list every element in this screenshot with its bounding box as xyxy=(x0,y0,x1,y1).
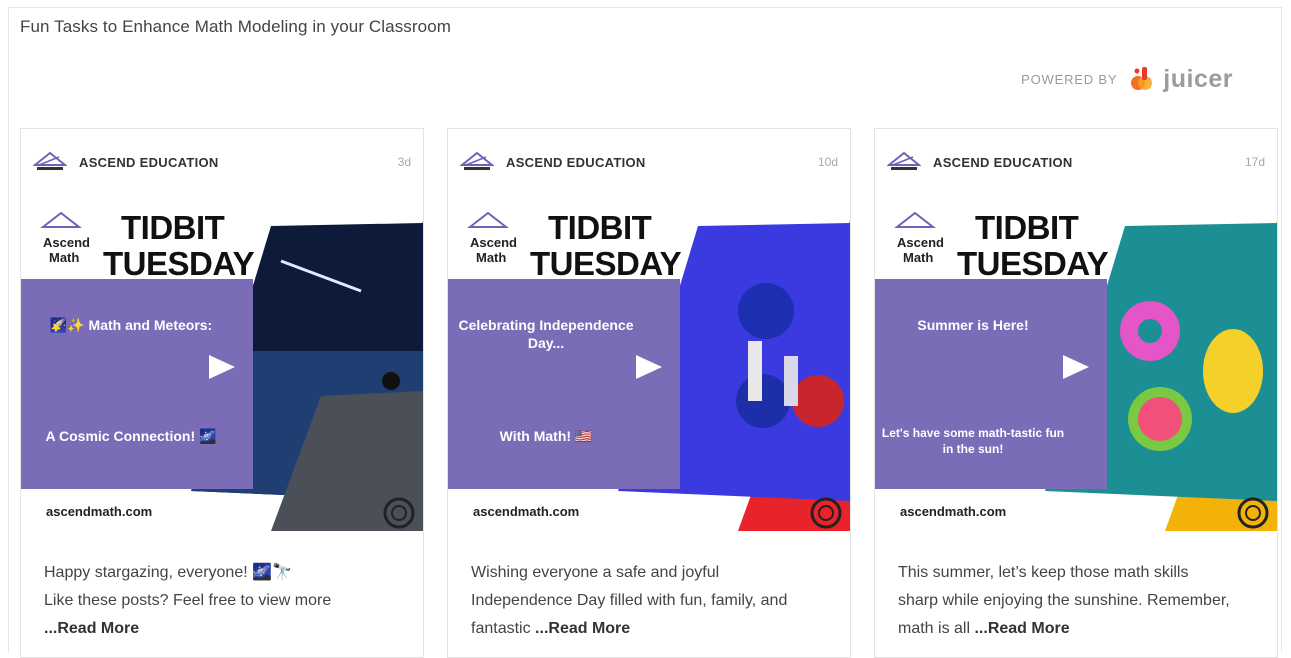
read-more-link[interactable]: ...Read More xyxy=(974,620,1069,637)
post-card[interactable]: ASCEND EDUCATION 10d Ascend Math TIDBIT … xyxy=(447,128,851,658)
panel-bottom-text: With Math! 🇺🇸 xyxy=(499,428,593,444)
ascend-logo-art: Ascend Math xyxy=(467,211,517,265)
post-caption: This summer, let’s keep those math skill… xyxy=(898,559,1258,643)
powered-by-label: POWERED BY xyxy=(1021,71,1118,87)
site-url: ascendmath.com xyxy=(46,504,153,519)
social-feed: Fun Tasks to Enhance Math Modeling in yo… xyxy=(8,7,1282,658)
ascend-logo-art: Ascend Math xyxy=(40,211,90,265)
post-age: 10d xyxy=(817,155,838,169)
ascend-math-logo-icon xyxy=(33,151,67,170)
read-more-link[interactable]: ...Read More xyxy=(535,620,630,637)
post-author: ASCEND EDUCATION xyxy=(506,154,646,170)
ascend-math-logo-icon xyxy=(460,151,494,170)
art-title-line2: TUESDAY xyxy=(103,245,255,282)
ascend-logo-art: Ascend Math xyxy=(894,211,944,265)
site-url: ascendmath.com xyxy=(900,504,1007,519)
art-title-line2: TUESDAY xyxy=(530,245,682,282)
svg-text:Ascend: Ascend xyxy=(43,235,90,250)
post-age: 3d xyxy=(397,155,411,169)
caption-line: math is all xyxy=(898,620,971,637)
caption-line: Like these posts? Feel free to view more xyxy=(44,592,332,609)
feed-title: Fun Tasks to Enhance Math Modeling in yo… xyxy=(20,17,452,36)
svg-text:Math: Math xyxy=(476,250,506,265)
svg-text:Ascend: Ascend xyxy=(470,235,517,250)
art-title-line2: TUESDAY xyxy=(957,245,1109,282)
post-author: ASCEND EDUCATION xyxy=(933,154,1073,170)
ascend-math-logo-icon xyxy=(887,151,921,170)
post-image[interactable]: Ascend Math TIDBIT TUESDAY 🌠✨ Math and M… xyxy=(21,201,423,531)
panel-bottom-text: Let's have some math-tastic fun in the s… xyxy=(881,426,1065,456)
caption-line: Wishing everyone a safe and joyful xyxy=(471,564,720,581)
art-title-line1: TIDBIT xyxy=(121,209,225,246)
powered-by-juicer[interactable]: POWERED BY juicer xyxy=(1021,64,1233,94)
post-header: ASCEND EDUCATION 3d xyxy=(33,151,411,173)
post-card[interactable]: ASCEND EDUCATION 17d Ascend Math TIDBIT … xyxy=(874,128,1278,658)
svg-text:Ascend: Ascend xyxy=(897,235,944,250)
caption-line: sharp while enjoying the sunshine. Remem… xyxy=(898,592,1230,609)
caption-line: Independence Day filled with fun, family… xyxy=(471,592,788,609)
panel-bottom-text: A Cosmic Connection! 🌌 xyxy=(45,428,217,444)
svg-text:Math: Math xyxy=(49,250,79,265)
post-author: ASCEND EDUCATION xyxy=(79,154,219,170)
panel-top-text: Summer is Here! xyxy=(917,317,1029,333)
juicer-wordmark: juicer xyxy=(1163,64,1233,93)
art-title-line1: TIDBIT xyxy=(975,209,1079,246)
site-url: ascendmath.com xyxy=(473,504,580,519)
caption-line: Happy stargazing, everyone! 🌌🔭 xyxy=(44,564,292,581)
post-caption: Happy stargazing, everyone! 🌌🔭 Like thes… xyxy=(44,559,404,643)
caption-line: This summer, let’s keep those math skill… xyxy=(898,564,1189,581)
post-age: 17d xyxy=(1244,155,1265,169)
juicer-logo-icon xyxy=(1131,67,1153,90)
art-title-line1: TIDBIT xyxy=(548,209,652,246)
post-card[interactable]: ASCEND EDUCATION 3d Ascend Math TIDBIT T… xyxy=(20,128,424,658)
panel-top-text: 🌠✨ Math and Meteors: xyxy=(49,317,213,333)
post-header: ASCEND EDUCATION 17d xyxy=(887,151,1265,173)
post-header: ASCEND EDUCATION 10d xyxy=(460,151,838,173)
post-image[interactable]: Ascend Math TIDBIT TUESDAY Summer is Her… xyxy=(875,201,1277,531)
svg-text:Math: Math xyxy=(903,250,933,265)
caption-line: fantastic xyxy=(471,620,531,637)
read-more-link[interactable]: ...Read More xyxy=(44,620,139,637)
panel-top-text: Celebrating Independence Day... xyxy=(458,317,634,351)
post-caption: Wishing everyone a safe and joyful Indep… xyxy=(471,559,831,643)
post-image[interactable]: Ascend Math TIDBIT TUESDAY Celebrating I… xyxy=(448,201,850,531)
